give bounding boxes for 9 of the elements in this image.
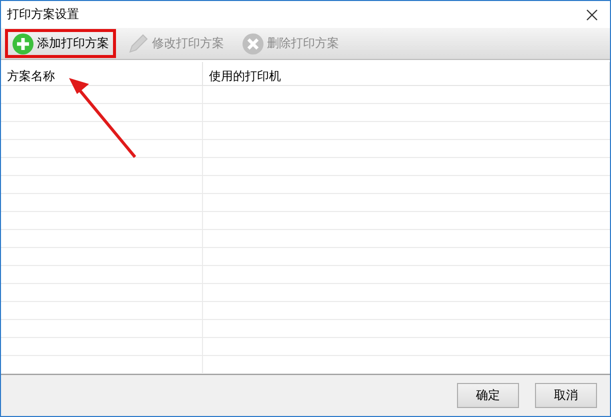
close-icon (242, 32, 264, 54)
dialog-button[interactable]: 确定 (457, 383, 519, 408)
plus-icon (12, 32, 34, 54)
column-header: 使用的打印机 (203, 62, 610, 85)
pencil-icon (127, 32, 149, 54)
dialog-button[interactable]: 取消 (535, 383, 597, 408)
close-icon[interactable] (586, 8, 598, 20)
window-title: 打印方案设置 (7, 6, 79, 23)
toolbar-button[interactable]: 添加打印方案 (5, 29, 116, 58)
